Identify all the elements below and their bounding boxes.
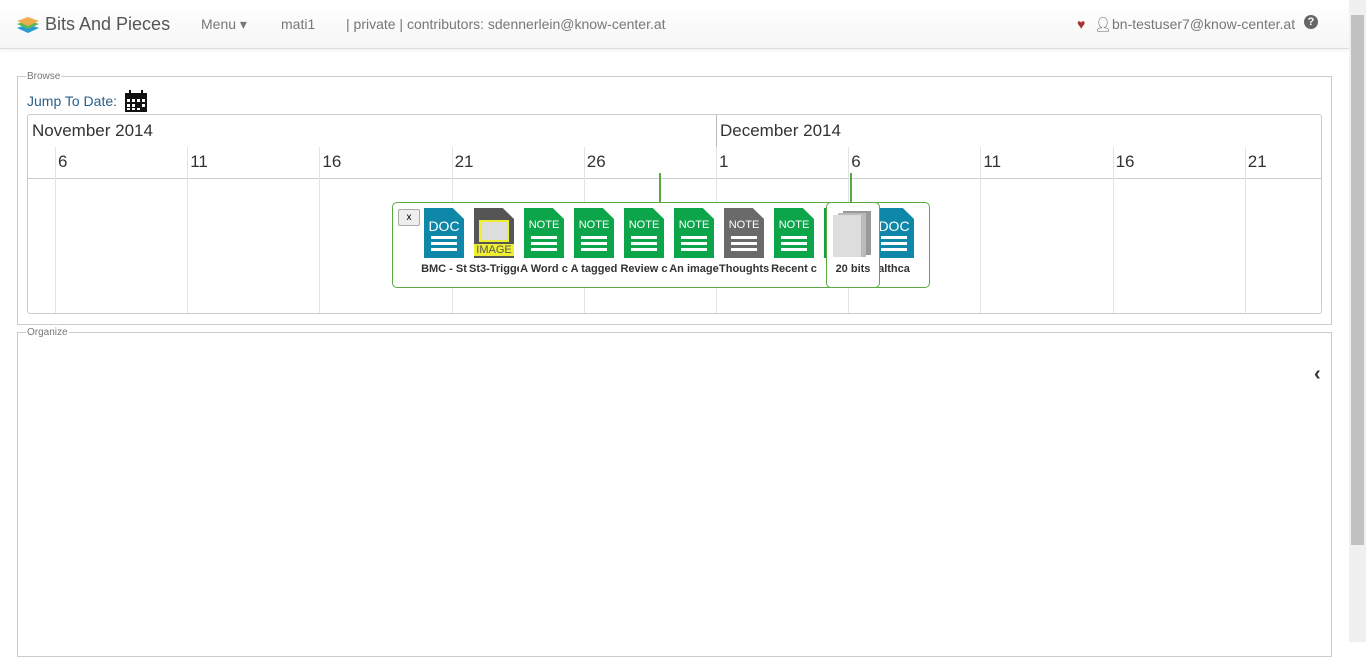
bit-label: Review c	[620, 263, 668, 275]
bit-label: Thoughts	[719, 263, 769, 275]
scrollbar-thumb[interactable]	[1351, 15, 1364, 545]
bit-label: Recent c	[771, 263, 817, 275]
note-file-icon: NOTE	[574, 208, 614, 258]
bit-item[interactable]: NOTE A tagged	[569, 208, 619, 275]
doc-file-icon: DOC	[424, 208, 464, 258]
note-file-icon: NOTE	[724, 208, 764, 258]
bit-label: St3-Trigger	[469, 263, 519, 275]
bit-label: An image	[669, 263, 719, 275]
bit-label: A Word c	[520, 263, 568, 275]
help-icon[interactable]: ?	[1304, 15, 1318, 29]
heart-icon[interactable]: ♥	[1077, 16, 1085, 32]
logo-icon	[17, 17, 39, 33]
day-gridline	[1244, 147, 1246, 313]
month-label: December 2014	[720, 121, 841, 140]
bits-popup: x DOC BMC - St IMAGE St3-Trigger NOTE A Word …	[392, 202, 930, 288]
brand[interactable]: Bits And Pieces	[45, 14, 170, 35]
day-gridline	[319, 147, 321, 313]
bit-item[interactable]: DOC BMC - St	[419, 208, 469, 275]
day-gridline	[980, 147, 982, 313]
stack-icon	[833, 211, 873, 257]
month-label: November 2014	[32, 121, 153, 140]
bit-item[interactable]: NOTE Thoughts	[719, 208, 769, 275]
organize-panel: Organize	[17, 327, 1332, 657]
day-gridline	[55, 147, 56, 313]
chevron-left-icon[interactable]: ‹	[1314, 363, 1321, 386]
day-label: 6	[58, 152, 68, 171]
jump-to-date-label: Jump To Date:	[27, 93, 118, 109]
day-label: 21	[454, 152, 474, 171]
day-label: 11	[190, 152, 208, 171]
day-gridline	[187, 147, 189, 313]
day-label: 1	[719, 152, 729, 171]
note-file-icon: NOTE	[674, 208, 714, 258]
note-file-icon: NOTE	[774, 208, 814, 258]
organize-legend: Organize	[27, 327, 68, 338]
scrollbar[interactable]	[1349, 0, 1366, 642]
connector-line	[659, 173, 661, 202]
bit-item[interactable]: NOTE Review c	[619, 208, 669, 275]
day-label: 6	[851, 152, 861, 171]
bit-label: A tagged	[570, 263, 618, 275]
note-file-icon: NOTE	[524, 208, 564, 258]
bit-item[interactable]: NOTE An image	[669, 208, 719, 275]
bit-item[interactable]: IMAGE St3-Trigger	[469, 208, 519, 275]
timeline-axis-divider	[28, 178, 1321, 179]
bit-label: BMC - St	[421, 263, 467, 275]
user-icon: 👤︎	[1094, 16, 1112, 32]
day-label: 26	[586, 152, 606, 171]
connector-line	[850, 173, 852, 202]
menu-dropdown[interactable]: Menu ▾	[201, 16, 247, 33]
day-label: 11	[983, 152, 1002, 171]
day-gridline	[1112, 147, 1114, 313]
navbar: Bits And Pieces Menu ▾ mati1 | private |…	[0, 0, 1349, 49]
close-popup-button[interactable]: x	[398, 209, 420, 226]
bit-item[interactable]: NOTE Recent c	[769, 208, 819, 275]
account-email[interactable]: bn-testuser7@know-center.at	[1112, 16, 1295, 32]
bit-item[interactable]: NOTE A Word c	[519, 208, 569, 275]
browse-legend: Browse	[27, 71, 61, 82]
day-label: 16	[1115, 152, 1135, 171]
space-info: | private | contributors: sdennerlein@kn…	[346, 16, 666, 32]
calendar-icon[interactable]	[124, 89, 148, 113]
bundle-count: 20 bits	[835, 263, 871, 275]
day-label: 21	[1247, 152, 1267, 171]
user-space-link[interactable]: mati1	[281, 16, 315, 32]
doc-file-icon: DOC	[874, 208, 914, 258]
image-file-icon: IMAGE	[474, 208, 514, 258]
bits-bundle[interactable]: 20 bits	[826, 202, 880, 288]
note-file-icon: NOTE	[624, 208, 664, 258]
day-label: 16	[322, 152, 342, 171]
